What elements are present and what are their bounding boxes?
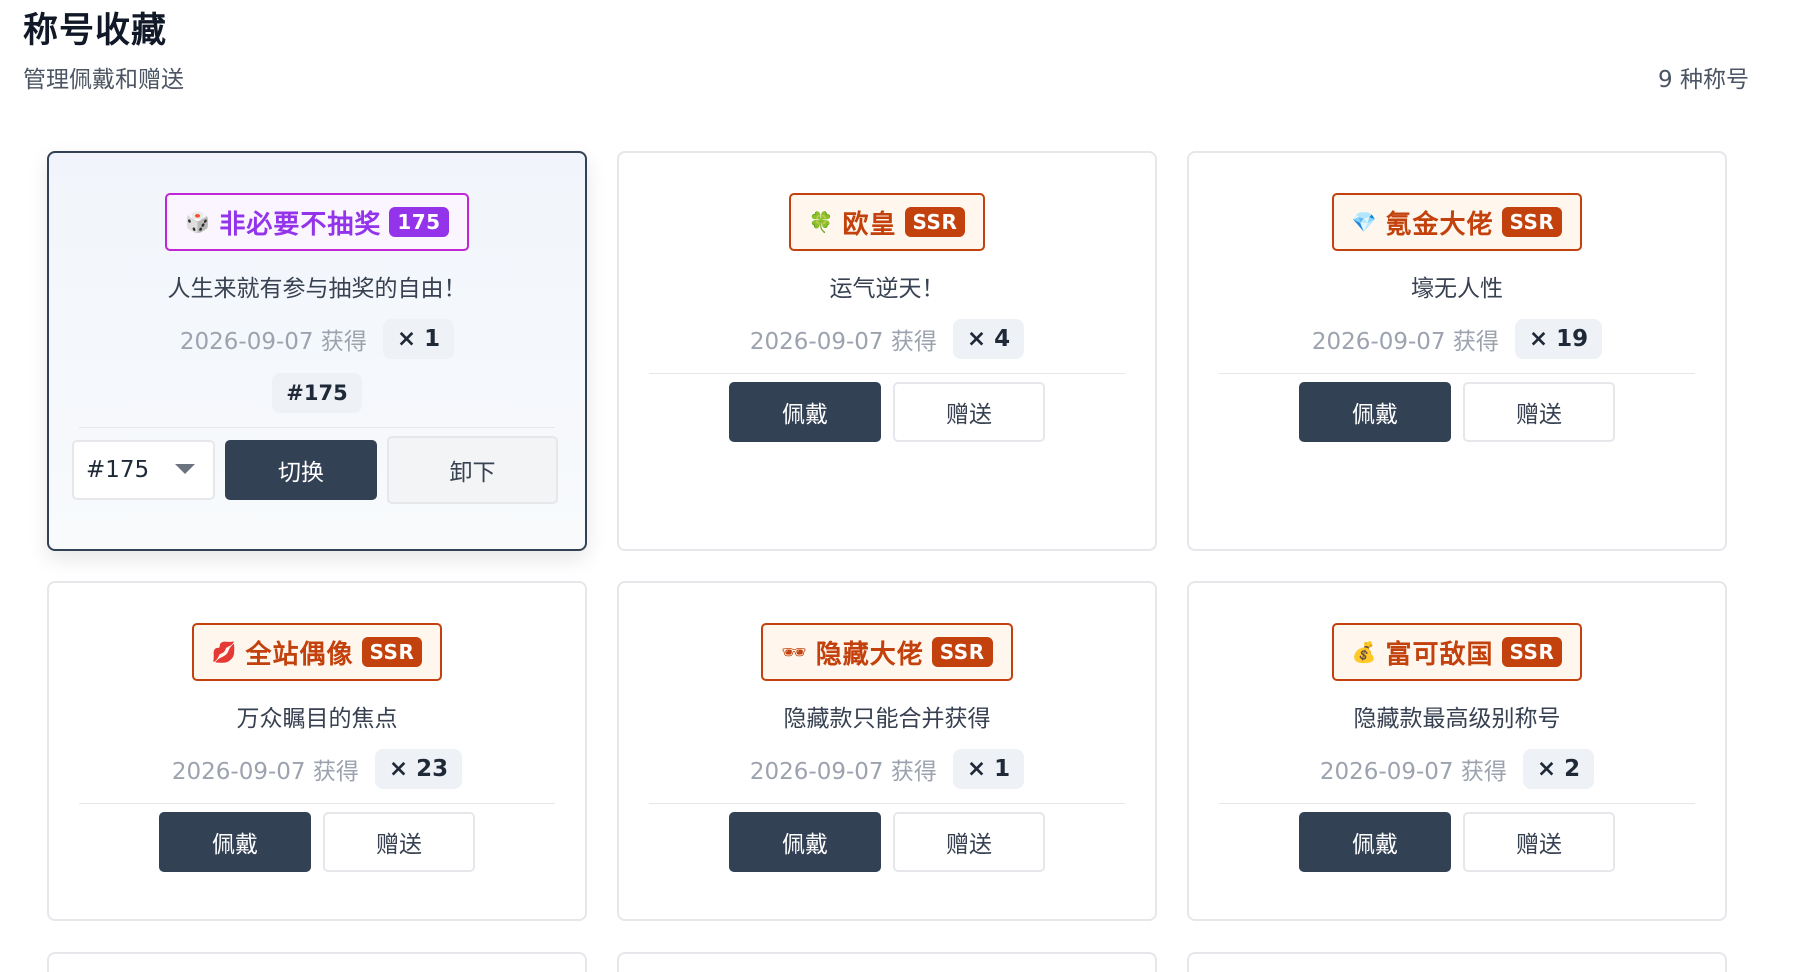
- acquired-date: 2026-09-07 获得: [749, 329, 937, 355]
- title-badge: 💰 富可敌国 SSR: [1331, 623, 1583, 681]
- acquired-date: 2026-09-07 获得: [1311, 329, 1499, 355]
- wear-button[interactable]: 佩戴: [159, 812, 311, 872]
- card-divider: [1219, 373, 1695, 374]
- tier-tag: SSR: [1501, 637, 1563, 667]
- wear-button[interactable]: 佩戴: [729, 382, 881, 442]
- title-meta: 2026-09-07 获得 × 23: [171, 749, 463, 789]
- title-name: 隐藏大佬: [815, 639, 924, 670]
- tier-tag: SSR: [361, 637, 423, 667]
- title-name: 非必要不抽奖: [219, 209, 382, 240]
- title-badge: 💎 氪金大佬 SSR: [1331, 193, 1583, 251]
- card-peek: [1187, 952, 1727, 972]
- owned-count: × 1: [952, 749, 1025, 789]
- acquired-date: 2026-09-07 获得: [171, 759, 359, 785]
- acquired-date: 2026-09-07 获得: [179, 329, 367, 355]
- title-badge: 🍀 欧皇 SSR: [788, 193, 986, 251]
- title-meta: 2026-09-07 获得 × 4: [749, 319, 1025, 359]
- card-peek: [617, 952, 1157, 972]
- owned-count: × 2: [1522, 749, 1595, 789]
- serial-number: #175: [272, 373, 362, 413]
- card-actions: 佩戴 赠送: [729, 382, 1045, 442]
- title-name: 氪金大佬: [1385, 209, 1494, 240]
- owned-count: × 23: [374, 749, 463, 789]
- dice-icon: 🎲: [185, 210, 212, 234]
- title-description: 隐藏款只能合并获得: [783, 706, 991, 732]
- switch-button[interactable]: 切换: [225, 440, 377, 500]
- acquired-date: 2026-09-07 获得: [749, 759, 937, 785]
- gift-button[interactable]: 赠送: [893, 812, 1045, 872]
- title-count: 9 种称号: [1658, 67, 1749, 93]
- card-divider: [79, 803, 555, 804]
- gift-button[interactable]: 赠送: [1463, 812, 1615, 872]
- unequip-button[interactable]: 卸下: [387, 436, 558, 504]
- title-badge: 🕶 隐藏大佬 SSR: [761, 623, 1013, 681]
- page-title: 称号收藏: [23, 11, 168, 51]
- tier-tag: 175: [389, 207, 449, 237]
- card-divider: [649, 803, 1125, 804]
- card-actions: 佩戴 赠送: [159, 812, 475, 872]
- tier-tag: SSR: [904, 207, 966, 237]
- card-actions: 佩戴 赠送: [1299, 812, 1615, 872]
- wear-button[interactable]: 佩戴: [1299, 812, 1451, 872]
- owned-count: × 19: [1514, 319, 1603, 359]
- title-meta: 2026-09-07 获得 × 2: [1319, 749, 1595, 789]
- clover-icon: 🍀: [808, 210, 835, 234]
- tier-tag: SSR: [1501, 207, 1563, 237]
- title-badge: 🎲 非必要不抽奖 175: [165, 193, 469, 251]
- equipped-actions: #175 切换 卸下: [72, 436, 562, 504]
- chevron-down-icon: [175, 464, 195, 474]
- title-meta: 2026-09-07 获得 × 19: [1311, 319, 1603, 359]
- title-name: 富可敌国: [1385, 639, 1494, 670]
- lips-icon: 💋: [211, 640, 238, 664]
- gift-button[interactable]: 赠送: [1463, 382, 1615, 442]
- title-grid: 🎲 非必要不抽奖 175 人生来就有参与抽奖的自由！ 2026-09-07 获得…: [47, 151, 1727, 921]
- title-description: 壕无人性: [1411, 276, 1503, 302]
- title-card: 💋 全站偶像 SSR 万众瞩目的焦点 2026-09-07 获得 × 23 佩戴…: [47, 581, 587, 921]
- title-card: 🍀 欧皇 SSR 运气逆天！ 2026-09-07 获得 × 4 佩戴 赠送: [617, 151, 1157, 551]
- owned-count: × 1: [382, 319, 455, 359]
- serial-select[interactable]: #175: [72, 440, 215, 500]
- title-description: 隐藏款最高级别称号: [1353, 706, 1561, 732]
- owned-count: × 4: [952, 319, 1025, 359]
- gift-button[interactable]: 赠送: [323, 812, 475, 872]
- title-description: 人生来就有参与抽奖的自由！: [167, 276, 467, 302]
- title-description: 万众瞩目的焦点: [236, 706, 398, 732]
- acquired-date: 2026-09-07 获得: [1319, 759, 1507, 785]
- tier-tag: SSR: [931, 637, 993, 667]
- title-name: 欧皇: [842, 209, 897, 240]
- title-card: 🕶 隐藏大佬 SSR 隐藏款只能合并获得 2026-09-07 获得 × 1 佩…: [617, 581, 1157, 921]
- card-peek: [47, 952, 587, 972]
- card-divider: [1219, 803, 1695, 804]
- card-divider: [79, 427, 555, 428]
- title-meta: 2026-09-07 获得 × 1: [749, 749, 1025, 789]
- title-card: 💎 氪金大佬 SSR 壕无人性 2026-09-07 获得 × 19 佩戴 赠送: [1187, 151, 1727, 551]
- wear-button[interactable]: 佩戴: [1299, 382, 1451, 442]
- title-badge: 💋 全站偶像 SSR: [191, 623, 443, 681]
- card-actions: 佩戴 赠送: [1299, 382, 1615, 442]
- title-card: 💰 富可敌国 SSR 隐藏款最高级别称号 2026-09-07 获得 × 2 佩…: [1187, 581, 1727, 921]
- sunglasses-icon: 🕶: [781, 640, 808, 664]
- title-description: 运气逆天！: [829, 276, 945, 302]
- diamond-icon: 💎: [1351, 210, 1378, 234]
- money-bag-icon: 💰: [1351, 640, 1378, 664]
- title-card-equipped: 🎲 非必要不抽奖 175 人生来就有参与抽奖的自由！ 2026-09-07 获得…: [47, 151, 587, 551]
- card-actions: 佩戴 赠送: [729, 812, 1045, 872]
- next-row-peek: [47, 952, 1727, 972]
- gift-button[interactable]: 赠送: [893, 382, 1045, 442]
- serial-select-value: #175: [86, 457, 150, 483]
- title-name: 全站偶像: [245, 639, 354, 670]
- card-divider: [649, 373, 1125, 374]
- page-subtitle: 管理佩戴和赠送: [23, 67, 184, 93]
- title-meta: 2026-09-07 获得 × 1: [179, 319, 455, 359]
- wear-button[interactable]: 佩戴: [729, 812, 881, 872]
